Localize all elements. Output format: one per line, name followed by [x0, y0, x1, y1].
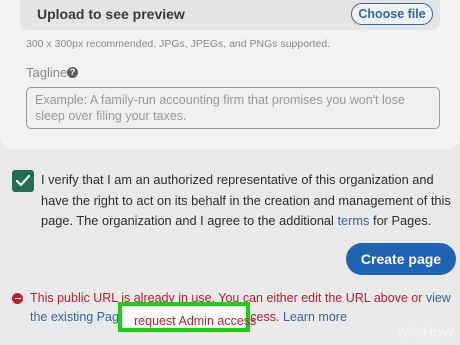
tagline-placeholder: Example: A family-run accounting firm th… — [35, 93, 405, 123]
help-icon[interactable]: ? — [67, 67, 78, 78]
checkmark-icon — [16, 175, 30, 187]
tagline-label: Tagline — [26, 65, 68, 80]
upload-preview-label: Upload to see preview — [37, 6, 185, 22]
request-admin-highlight[interactable]: request Admin access. — [118, 302, 256, 332]
request-admin-access-label: request Admin access — [134, 314, 257, 328]
page-logo-card: Upload to see preview Choose file 300 x … — [0, 0, 460, 150]
create-page-button[interactable]: Create page — [346, 243, 456, 275]
watermark-wiki: wiki — [397, 324, 423, 341]
learn-more-link[interactable]: Learn more — [280, 310, 347, 324]
wikihow-watermark: wikiHow — [397, 324, 454, 341]
watermark-how: How — [422, 324, 454, 341]
choose-file-button[interactable]: Choose file — [351, 3, 433, 25]
terms-link[interactable]: terms — [337, 213, 369, 228]
upload-hint: 300 x 300px recommended. JPGs, JPEGs, an… — [26, 38, 331, 50]
request-admin-period: . — [134, 314, 138, 328]
verify-text-after: for Pages. — [369, 213, 432, 228]
verify-statement: I verify that I am an authorized represe… — [41, 170, 457, 232]
tagline-input[interactable]: Example: A family-run accounting firm th… — [26, 87, 440, 129]
error-icon — [12, 293, 23, 304]
upload-preview-row: Upload to see preview Choose file — [20, 0, 440, 30]
verify-checkbox[interactable] — [12, 170, 34, 192]
